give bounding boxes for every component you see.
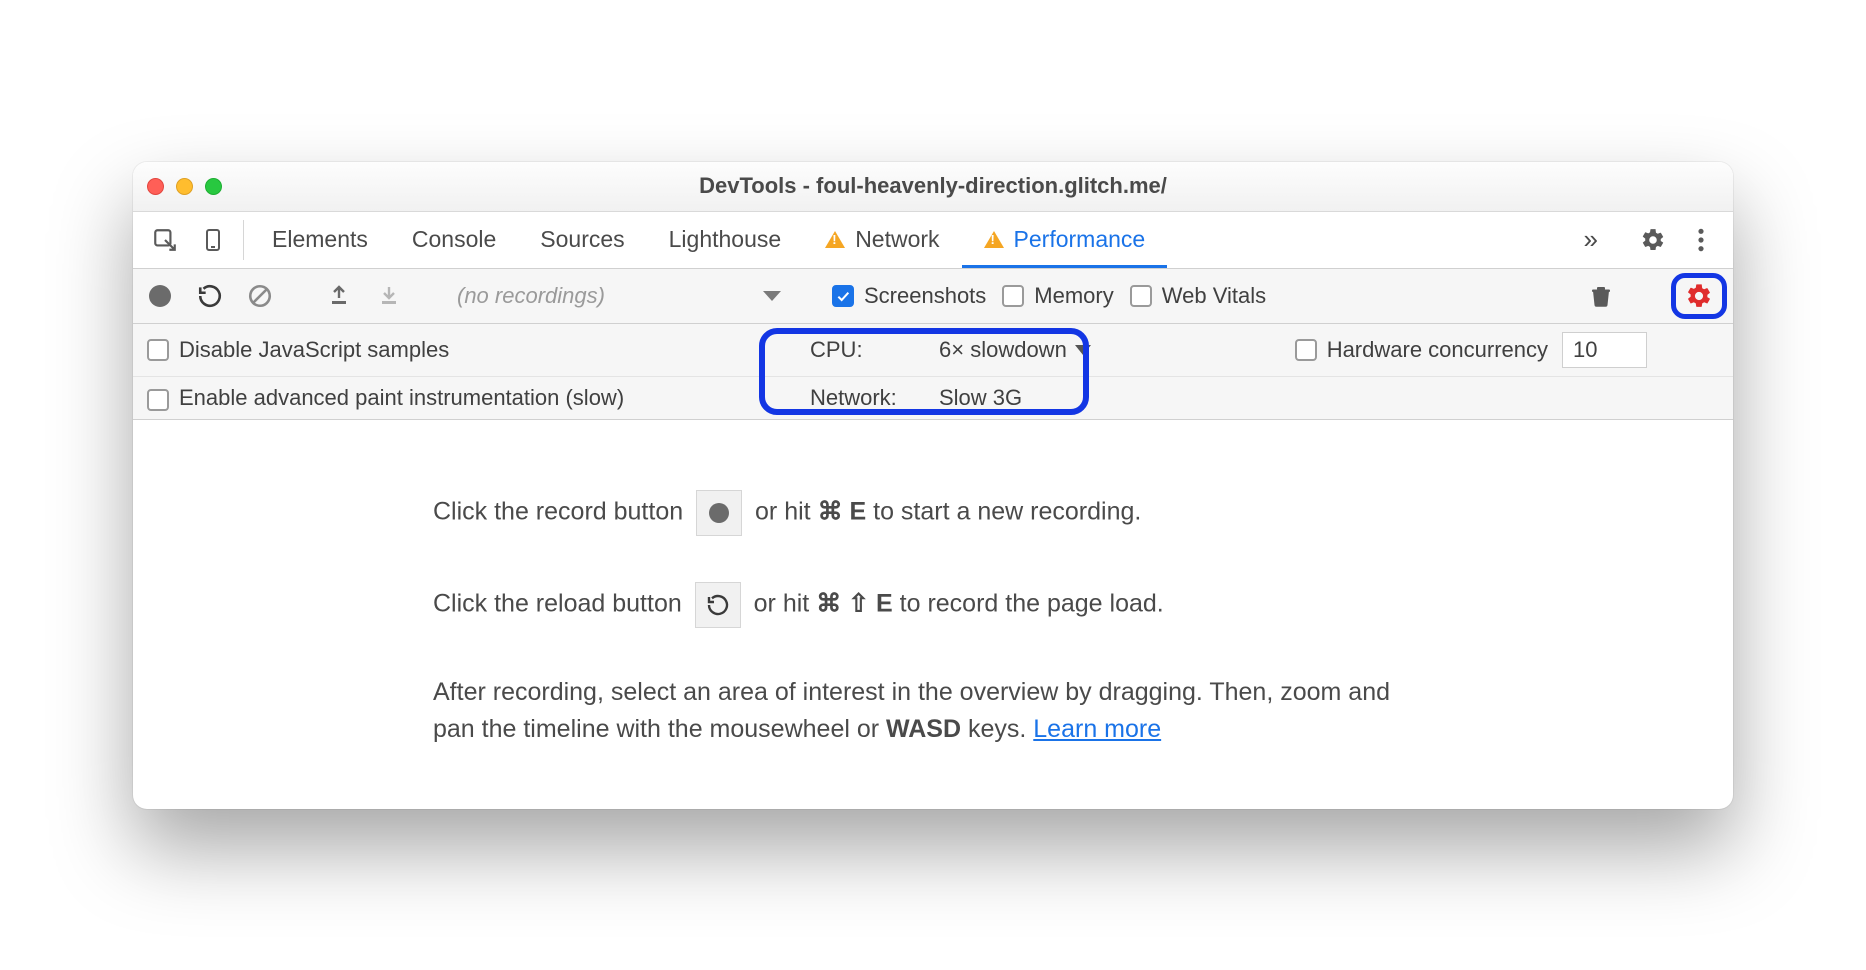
window-title: DevTools - foul-heavenly-direction.glitc… [133,173,1733,199]
load-profile-button[interactable] [322,279,356,313]
checkbox-icon [147,339,169,361]
warning-icon [825,231,845,248]
cpu-throttle-label: CPU: [810,337,925,363]
webvitals-checkbox[interactable]: Web Vitals [1130,283,1266,309]
recordings-placeholder: (no recordings) [457,283,605,309]
checkbox-icon [147,389,169,411]
panel-tabs: Elements Console Sources Lighthouse Netw… [133,212,1733,269]
warning-icon [984,231,1004,248]
devtools-window: DevTools - foul-heavenly-direction.glitc… [133,162,1733,809]
tab-performance[interactable]: Performance [962,212,1168,268]
minimize-icon[interactable] [176,178,193,195]
hardware-concurrency-input[interactable]: 10 [1562,332,1647,368]
checkbox-icon [832,285,854,307]
performance-empty-state: Click the record button or hit ⌘ E to st… [133,420,1733,809]
tab-console[interactable]: Console [390,212,518,268]
chevron-down-icon [763,291,781,301]
network-throttle-select[interactable]: Slow 3G [939,385,1139,411]
screenshots-checkbox[interactable]: Screenshots [832,283,986,309]
performance-toolbar: (no recordings) Screenshots Memory Web V… [133,269,1733,324]
titlebar: DevTools - foul-heavenly-direction.glitc… [133,162,1733,212]
checkbox-icon [1130,285,1152,307]
checkbox-icon [1295,339,1317,361]
more-tabs-button[interactable]: » [1566,224,1616,255]
hint-navigate: After recording, select an area of inter… [433,674,1413,749]
garbage-collect-button[interactable] [1584,279,1618,313]
device-toolbar-icon[interactable] [189,212,237,268]
hint-record: Click the record button or hit ⌘ E to st… [433,490,1413,536]
inspect-element-icon[interactable] [141,212,189,268]
disable-js-samples-checkbox[interactable]: Disable JavaScript samples [147,337,449,363]
capture-settings-highlight [1671,273,1727,319]
record-button[interactable] [143,279,177,313]
tab-elements[interactable]: Elements [250,212,390,268]
cpu-throttle-select[interactable]: 6× slowdown [939,337,1139,363]
record-button-inline[interactable] [696,490,742,536]
clear-button[interactable] [243,279,277,313]
zoom-icon[interactable] [205,178,222,195]
close-icon[interactable] [147,178,164,195]
reload-record-button[interactable] [193,279,227,313]
capture-settings-button[interactable] [1685,282,1713,310]
advanced-paint-checkbox[interactable]: Enable advanced paint instrumentation (s… [147,385,624,411]
recordings-select[interactable]: (no recordings) [457,283,787,309]
chevron-down-icon [1075,345,1091,355]
tab-network[interactable]: Network [803,212,961,268]
reload-button-inline[interactable] [695,582,741,628]
save-profile-button[interactable] [372,279,406,313]
tab-sources[interactable]: Sources [518,212,646,268]
memory-checkbox[interactable]: Memory [1002,283,1113,309]
window-controls [147,178,222,195]
tab-lighthouse[interactable]: Lighthouse [647,212,804,268]
hint-reload: Click the reload button or hit ⌘ ⇧ E to … [433,582,1413,628]
kebab-menu-icon[interactable] [1677,227,1725,253]
network-throttle-label: Network: [810,385,925,411]
capture-settings-panel: Disable JavaScript samples CPU: 6× slowd… [133,324,1733,420]
separator [243,220,244,260]
learn-more-link[interactable]: Learn more [1033,715,1161,743]
checkbox-icon [1002,285,1024,307]
hardware-concurrency-checkbox[interactable]: Hardware concurrency [1295,337,1548,363]
settings-icon[interactable] [1629,227,1677,253]
